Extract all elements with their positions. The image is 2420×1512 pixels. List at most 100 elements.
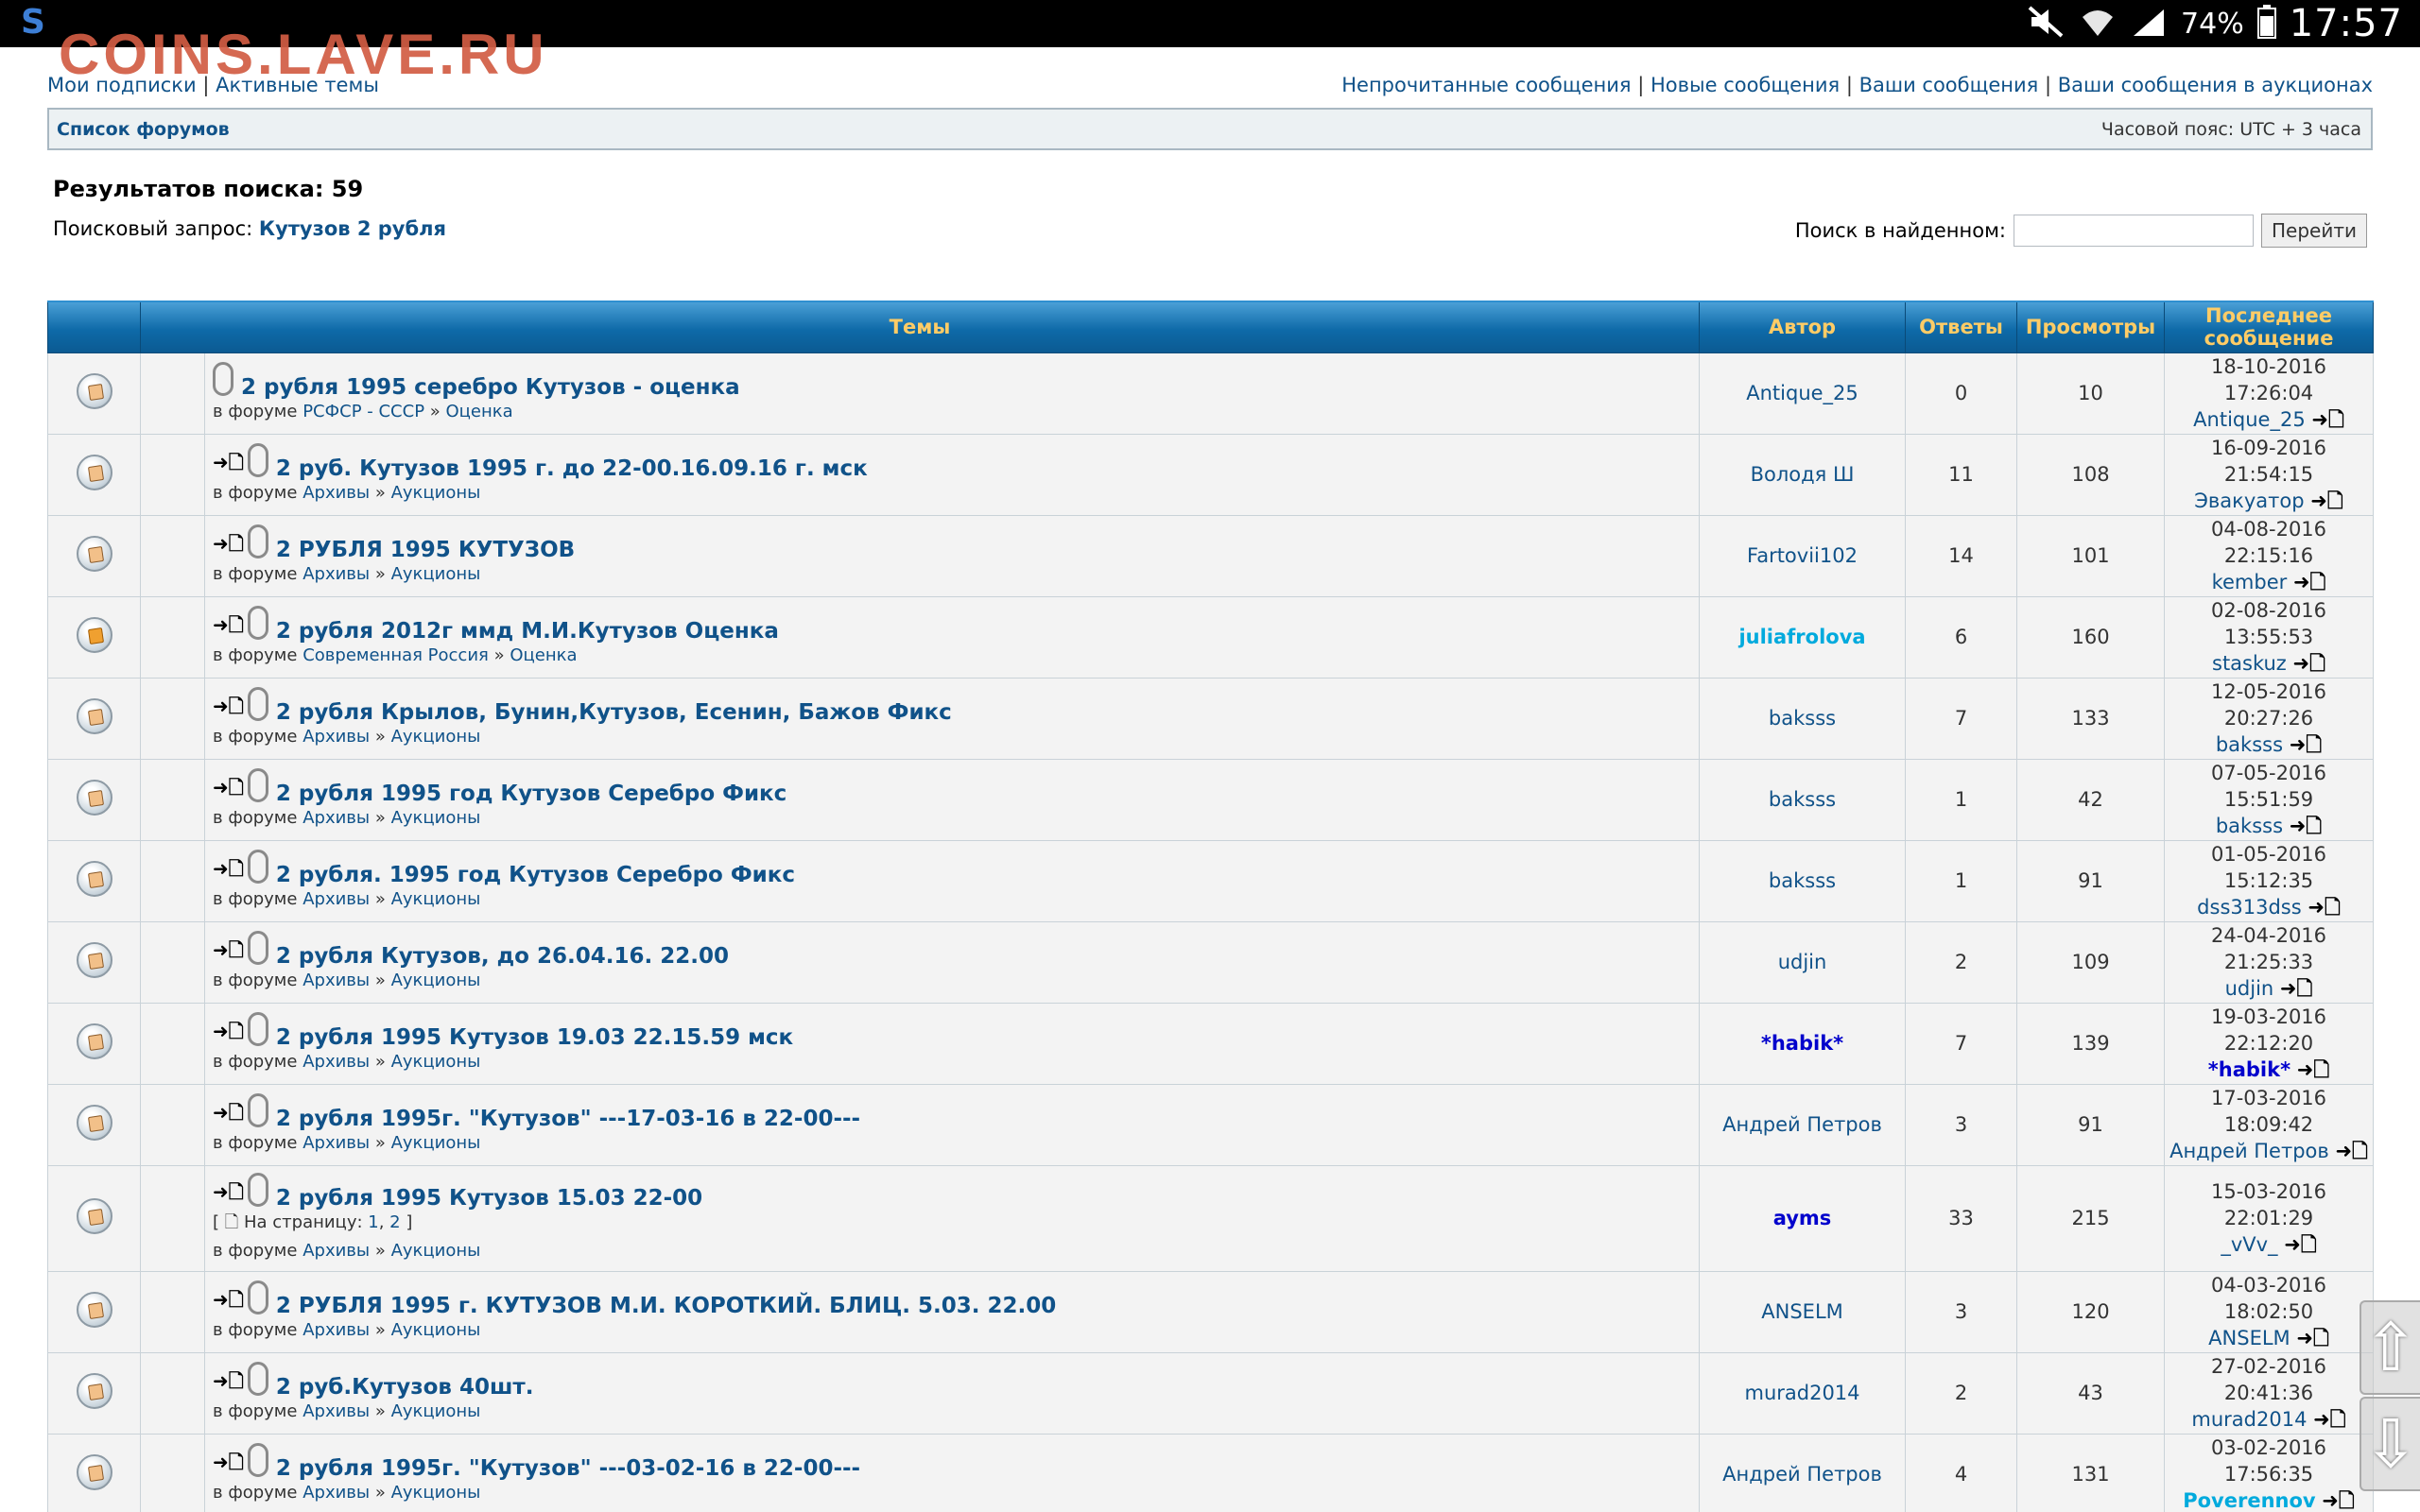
last-post-author-link[interactable]: staskuz	[2212, 652, 2287, 675]
forum-list-link[interactable]: Список форумов	[57, 119, 230, 140]
header-last-post[interactable]: Последнее сообщение	[2164, 301, 2375, 353]
unread-messages-link[interactable]: Непрочитанные сообщения	[1341, 74, 1631, 96]
last-post-author-link[interactable]: *habik*	[2208, 1058, 2290, 1081]
view-last-post-icon[interactable]: ➜🗋	[2290, 733, 2322, 756]
forum-link[interactable]: Архивы	[302, 1133, 370, 1153]
goto-new-post-icon[interactable]: ➜🗋	[213, 449, 244, 481]
view-last-post-icon[interactable]: ➜🗋	[2311, 408, 2343, 431]
author-link[interactable]: Андрей Петров	[1722, 1113, 1882, 1136]
go-button[interactable]: Перейти	[2261, 214, 2367, 248]
topic-title-link[interactable]: 2 рубля Кутузов, до 26.04.16. 22.00	[276, 944, 729, 969]
author-link[interactable]: juliafrolova	[1738, 626, 1865, 648]
topic-title-link[interactable]: 2 рубля 1995 год Кутузов Серебро Фикс	[276, 782, 786, 806]
view-last-post-icon[interactable]: ➜🗋	[2296, 1327, 2328, 1349]
subforum-link[interactable]: Оценка	[446, 402, 513, 421]
page-link[interactable]: 2	[389, 1212, 400, 1232]
topic-title-link[interactable]: 2 рубля 1995г. "Кутузов" ---03-02-16 в 2…	[276, 1456, 860, 1481]
author-link[interactable]: baksss	[1769, 788, 1836, 811]
goto-new-post-icon[interactable]: ➜🗋	[213, 693, 244, 725]
forum-link[interactable]: Современная Россия	[302, 645, 489, 665]
author-link[interactable]: ANSELM	[1761, 1300, 1843, 1323]
header-author[interactable]: Автор	[1699, 301, 1907, 353]
forum-link[interactable]: Архивы	[302, 1241, 370, 1261]
topic-title-link[interactable]: 2 РУБЛЯ 1995 КУТУЗОВ	[276, 538, 575, 562]
new-messages-link[interactable]: Новые сообщения	[1651, 74, 1840, 96]
forum-link[interactable]: Архивы	[302, 1483, 370, 1503]
topic-title-link[interactable]: 2 рубля 1995г. "Кутузов" ---17-03-16 в 2…	[276, 1107, 860, 1131]
view-last-post-icon[interactable]: ➜🗋	[2313, 1408, 2345, 1431]
topic-title-link[interactable]: 2 руб. Кутузов 1995 г. до 22-00.16.09.16…	[276, 456, 868, 481]
scroll-up-button[interactable]: ⇧	[2360, 1300, 2420, 1395]
forum-link[interactable]: Архивы	[302, 1401, 370, 1421]
author-link[interactable]: Antique_25	[1746, 382, 1858, 404]
view-last-post-icon[interactable]: ➜🗋	[2293, 571, 2325, 593]
last-post-author-link[interactable]: Эвакуатор	[2194, 490, 2304, 512]
subforum-link[interactable]: Аукционы	[391, 1241, 481, 1261]
goto-new-post-icon[interactable]: ➜🗋	[213, 611, 244, 644]
subforum-link[interactable]: Аукционы	[391, 727, 481, 747]
topic-title-link[interactable]: 2 рубля. 1995 год Кутузов Серебро Фикс	[276, 863, 795, 887]
topic-title-link[interactable]: 2 руб.Кутузов 40шт.	[276, 1375, 534, 1400]
forum-link[interactable]: Архивы	[302, 1320, 370, 1340]
author-link[interactable]: udjin	[1778, 951, 1827, 973]
view-last-post-icon[interactable]: ➜🗋	[2284, 1233, 2316, 1256]
author-link[interactable]: ayms	[1773, 1207, 1832, 1229]
subforum-link[interactable]: Аукционы	[391, 971, 481, 990]
subforum-link[interactable]: Аукционы	[391, 1320, 481, 1340]
last-post-author-link[interactable]: murad2014	[2191, 1408, 2307, 1431]
last-post-author-link[interactable]: dss313dss	[2197, 896, 2302, 919]
subforum-link[interactable]: Аукционы	[391, 483, 481, 503]
author-link[interactable]: *habik*	[1761, 1032, 1843, 1055]
forum-link[interactable]: Архивы	[302, 727, 370, 747]
my-subscriptions-link[interactable]: Мои подписки	[47, 74, 197, 96]
last-post-author-link[interactable]: Poverennov	[2183, 1489, 2315, 1512]
forum-link[interactable]: Архивы	[302, 483, 370, 503]
author-link[interactable]: baksss	[1769, 869, 1836, 892]
author-link[interactable]: murad2014	[1744, 1382, 1859, 1404]
view-last-post-icon[interactable]: ➜🗋	[2290, 815, 2322, 837]
author-link[interactable]: baksss	[1769, 707, 1836, 730]
subforum-link[interactable]: Оценка	[510, 645, 577, 665]
scroll-down-button[interactable]: ⇩	[2360, 1397, 2420, 1491]
active-topics-link[interactable]: Активные темы	[216, 74, 379, 96]
your-auction-messages-link[interactable]: Ваши сообщения в аукционах	[2058, 74, 2373, 96]
last-post-author-link[interactable]: kember	[2212, 571, 2288, 593]
subforum-link[interactable]: Аукционы	[391, 1133, 481, 1153]
topic-title-link[interactable]: 2 рубля 1995 Кутузов 19.03 22.15.59 мск	[276, 1025, 793, 1050]
goto-new-post-icon[interactable]: ➜🗋	[213, 1449, 244, 1481]
author-link[interactable]: Андрей Петров	[1722, 1463, 1882, 1486]
page-link[interactable]: 1	[368, 1212, 378, 1232]
view-last-post-icon[interactable]: ➜🗋	[2293, 652, 2325, 675]
goto-new-post-icon[interactable]: ➜🗋	[213, 1367, 244, 1400]
header-views[interactable]: Просмотры	[2016, 301, 2166, 353]
author-link[interactable]: Fartovii102	[1747, 544, 1858, 567]
view-last-post-icon[interactable]: ➜🗋	[2308, 896, 2340, 919]
your-messages-link[interactable]: Ваши сообщения	[1859, 74, 2039, 96]
view-last-post-icon[interactable]: ➜🗋	[2310, 490, 2342, 512]
search-within-input[interactable]	[2014, 215, 2254, 247]
forum-link[interactable]: Архивы	[302, 1052, 370, 1072]
goto-new-post-icon[interactable]: ➜🗋	[213, 855, 244, 887]
view-last-post-icon[interactable]: ➜🗋	[2280, 977, 2312, 1000]
subforum-link[interactable]: Аукционы	[391, 808, 481, 828]
forum-link[interactable]: Архивы	[302, 808, 370, 828]
last-post-author-link[interactable]: udjin	[2225, 977, 2274, 1000]
topic-title-link[interactable]: 2 рубля Крылов, Бунин,Кутузов, Есенин, Б…	[276, 700, 952, 725]
last-post-author-link[interactable]: Antique_25	[2193, 408, 2306, 431]
header-topics[interactable]: Темы	[139, 301, 1701, 353]
goto-new-post-icon[interactable]: ➜🗋	[213, 1286, 244, 1318]
topic-title-link[interactable]: 2 рубля 1995 Кутузов 15.03 22-00	[276, 1186, 702, 1211]
last-post-author-link[interactable]: Андрей Петров	[2169, 1140, 2329, 1162]
search-query-value[interactable]: Кутузов 2 рубля	[259, 217, 446, 240]
goto-new-post-icon[interactable]: ➜🗋	[213, 936, 244, 969]
subforum-link[interactable]: Аукционы	[391, 1401, 481, 1421]
view-last-post-icon[interactable]: ➜🗋	[2297, 1058, 2329, 1081]
goto-new-post-icon[interactable]: ➜🗋	[213, 1178, 244, 1211]
forum-link[interactable]: Архивы	[302, 889, 370, 909]
goto-new-post-icon[interactable]: ➜🗋	[213, 1018, 244, 1050]
goto-new-post-icon[interactable]: ➜🗋	[213, 1099, 244, 1131]
subforum-link[interactable]: Аукционы	[391, 889, 481, 909]
header-replies[interactable]: Ответы	[1905, 301, 2018, 353]
subforum-link[interactable]: Аукционы	[391, 564, 481, 584]
subforum-link[interactable]: Аукционы	[391, 1483, 481, 1503]
